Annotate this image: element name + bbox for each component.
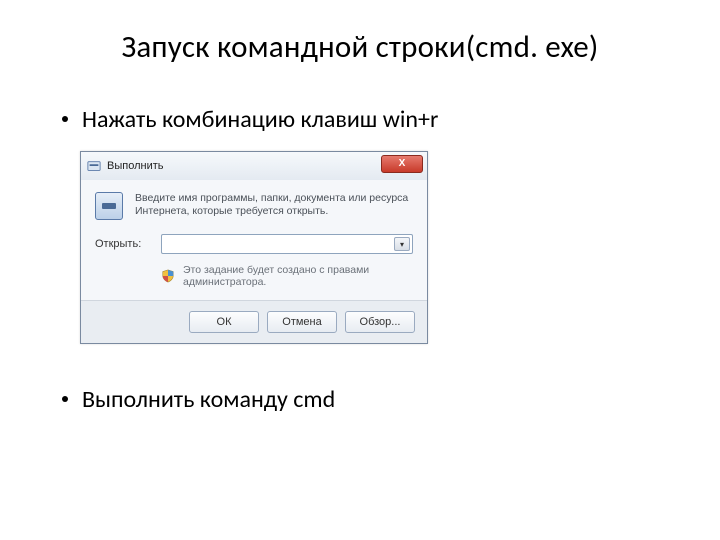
bullet-dot-icon [62, 396, 68, 402]
open-input-row: Открыть: ▾ [95, 234, 413, 254]
shield-icon [161, 269, 175, 283]
bullet-dot-icon [62, 116, 68, 122]
ok-button[interactable]: ОК [189, 311, 259, 333]
bullet-item: Выполнить команду cmd [62, 384, 658, 415]
admin-note-text: Это задание будет создано с правами адми… [183, 264, 413, 288]
run-program-icon [87, 159, 101, 173]
bullet-item: Нажать комбинацию клавиш win+r [62, 104, 658, 135]
cancel-button[interactable]: Отмена [267, 311, 337, 333]
bullet-text: Нажать комбинацию клавиш win+r [82, 104, 438, 135]
titlebar: Выполнить X [81, 152, 427, 180]
dialog-footer: ОК Отмена Обзор... [81, 300, 427, 343]
window-title: Выполнить [107, 160, 163, 172]
run-large-icon [95, 192, 123, 220]
open-label: Открыть: [95, 238, 151, 250]
chevron-down-icon[interactable]: ▾ [394, 237, 410, 251]
bullet-text: Выполнить команду cmd [82, 384, 335, 415]
admin-note-row: Это задание будет создано с правами адми… [161, 264, 413, 288]
browse-button[interactable]: Обзор... [345, 311, 415, 333]
close-button[interactable]: X [381, 155, 423, 173]
run-dialog-screenshot: Выполнить X Введите имя программы, папки… [80, 151, 658, 344]
dialog-body: Введите имя программы, папки, документа … [81, 180, 427, 300]
description-row: Введите имя программы, папки, документа … [95, 192, 413, 220]
run-dialog-window: Выполнить X Введите имя программы, папки… [80, 151, 428, 344]
description-text: Введите имя программы, папки, документа … [135, 192, 413, 220]
slide-title: Запуск командной строки(cmd. exe) [0, 0, 720, 66]
open-combobox[interactable]: ▾ [161, 234, 413, 254]
slide-content: Нажать комбинацию клавиш win+r Выполнить… [0, 66, 720, 415]
